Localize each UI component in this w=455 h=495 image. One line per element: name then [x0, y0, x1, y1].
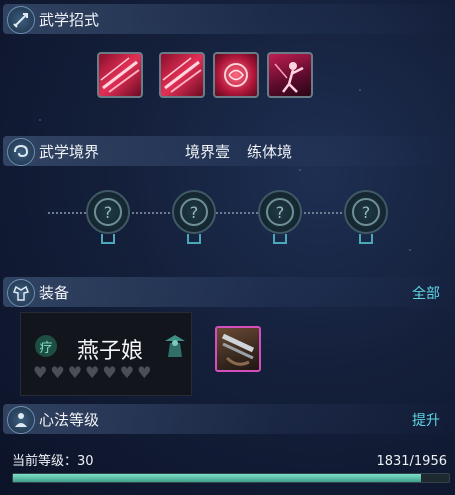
question-icon: ?: [94, 198, 122, 226]
realm-node-4[interactable]: ?: [344, 190, 388, 234]
realm-node-1[interactable]: ?: [86, 190, 130, 234]
heart-icon: ♥: [67, 363, 83, 382]
companion-figure-icon: [163, 333, 187, 363]
realm-level: 境界壹: [185, 143, 231, 161]
view-all-link[interactable]: 全部: [412, 283, 440, 303]
current-level-label: 当前等级：30: [12, 454, 94, 469]
question-icon: ?: [266, 198, 294, 226]
companion-name: 燕子娘: [77, 339, 144, 364]
realm-header: 武学境界 境界壹 练体境: [3, 136, 452, 166]
equipment-title: 装备: [39, 284, 70, 302]
heart-icon: ♥: [102, 363, 117, 382]
swirl-icon: [7, 138, 35, 166]
skill-warrior[interactable]: [267, 52, 313, 98]
realm-marker-1: [101, 234, 115, 244]
realm-marker-2: [187, 234, 201, 244]
skill-slash-2[interactable]: [159, 52, 205, 98]
realm-title: 武学境界: [39, 143, 100, 161]
meditation-icon: [7, 406, 35, 434]
realm-stage: 练体境: [247, 143, 293, 161]
skill-slash-1[interactable]: [97, 52, 143, 98]
armor-icon: [7, 279, 35, 307]
realm-node-2[interactable]: ?: [172, 190, 216, 234]
progress-text: 1831/1956: [376, 454, 447, 469]
heart-icon: ♥: [119, 363, 135, 382]
equipment-header: 装备 全部: [3, 277, 452, 307]
heart-icon: ♥: [137, 363, 152, 382]
progress-bar: [12, 473, 450, 483]
realm-marker-3: [273, 234, 287, 244]
question-icon: ?: [180, 198, 208, 226]
heart-rating: ♥ ♥ ♥ ♥ ♥ ♥ ♥: [33, 365, 151, 381]
heart-icon: ♥: [85, 363, 100, 382]
skills-header: 武学招式: [3, 4, 452, 34]
progress-bar-fill: [13, 474, 422, 482]
skills-title: 武学招式: [39, 11, 100, 29]
realm-marker-4: [359, 234, 373, 244]
heart-icon: ♥: [50, 363, 65, 382]
heart-icon: ♥: [33, 363, 48, 382]
heart-method-header: 心法等级 提升: [3, 404, 452, 434]
heal-type-badge: 疗: [35, 335, 57, 357]
question-icon: ?: [352, 198, 380, 226]
upgrade-link[interactable]: 提升: [412, 410, 440, 430]
equipment-armor-item[interactable]: [215, 326, 261, 372]
sword-icon: [7, 6, 35, 34]
realm-node-3[interactable]: ?: [258, 190, 302, 234]
heart-method-title: 心法等级: [39, 411, 100, 429]
companion-card[interactable]: 疗 燕子娘 ♥ ♥ ♥ ♥ ♥ ♥ ♥: [20, 312, 192, 396]
skill-rose[interactable]: [213, 52, 259, 98]
